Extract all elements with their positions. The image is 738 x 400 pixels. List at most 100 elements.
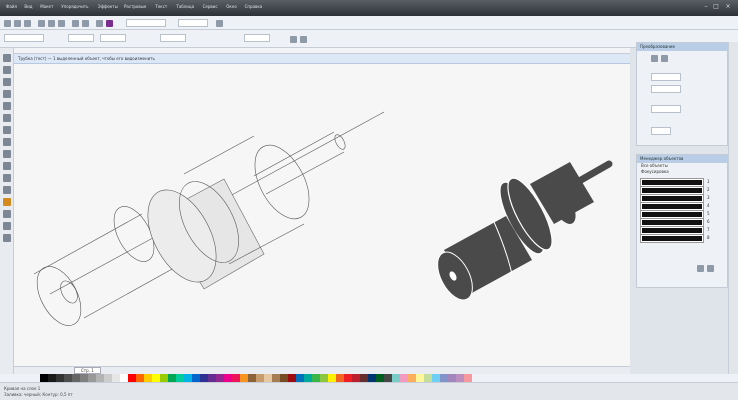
- color-swatch[interactable]: [40, 374, 48, 382]
- color-swatch[interactable]: [448, 374, 456, 382]
- option-focus[interactable]: Фокусировка: [637, 169, 727, 175]
- stroke-row[interactable]: [640, 226, 704, 235]
- color-swatch[interactable]: [464, 374, 472, 382]
- copy-icon[interactable]: [48, 20, 55, 27]
- close-icon[interactable]: ×: [724, 3, 732, 10]
- import-icon[interactable]: [96, 20, 103, 27]
- rectangle-tool-icon[interactable]: [3, 126, 11, 134]
- group-icon[interactable]: [300, 36, 307, 43]
- crop-tool-icon[interactable]: [3, 78, 11, 86]
- redo-icon[interactable]: [82, 20, 89, 27]
- menu-item[interactable]: Макет: [40, 4, 53, 9]
- color-swatch[interactable]: [152, 374, 160, 382]
- paste-icon[interactable]: [58, 20, 65, 27]
- color-swatch[interactable]: [408, 374, 416, 382]
- color-swatch[interactable]: [416, 374, 424, 382]
- color-swatch[interactable]: [176, 374, 184, 382]
- color-swatch[interactable]: [120, 374, 128, 382]
- select-tool-icon[interactable]: [3, 54, 11, 62]
- export-icon[interactable]: [106, 20, 113, 27]
- menu-item[interactable]: Вид: [24, 4, 32, 9]
- transform-w-field[interactable]: [651, 105, 681, 113]
- color-swatch[interactable]: [224, 374, 232, 382]
- outline-tool-icon[interactable]: [3, 210, 11, 218]
- rotate-icon[interactable]: [661, 55, 668, 62]
- color-swatch[interactable]: [344, 374, 352, 382]
- color-swatch[interactable]: [456, 374, 464, 382]
- color-swatch[interactable]: [384, 374, 392, 382]
- color-swatch[interactable]: [272, 374, 280, 382]
- zoom-field[interactable]: [126, 19, 166, 27]
- color-swatch[interactable]: [96, 374, 104, 382]
- stroke-row[interactable]: [640, 178, 704, 187]
- color-swatch[interactable]: [304, 374, 312, 382]
- cut-icon[interactable]: [38, 20, 45, 27]
- stroke-row[interactable]: [640, 210, 704, 219]
- ellipse-tool-icon[interactable]: [3, 138, 11, 146]
- color-swatch[interactable]: [312, 374, 320, 382]
- color-swatch[interactable]: [400, 374, 408, 382]
- color-swatch[interactable]: [128, 374, 136, 382]
- stroke-row[interactable]: [640, 202, 704, 211]
- color-swatch[interactable]: [392, 374, 400, 382]
- color-swatch[interactable]: [432, 374, 440, 382]
- stroke-row[interactable]: [640, 194, 704, 203]
- polygon-tool-icon[interactable]: [3, 150, 11, 158]
- color-swatch[interactable]: [216, 374, 224, 382]
- color-swatch[interactable]: [104, 374, 112, 382]
- color-swatch[interactable]: [360, 374, 368, 382]
- color-swatch[interactable]: [208, 374, 216, 382]
- color-swatch[interactable]: [376, 374, 384, 382]
- color-swatch[interactable]: [160, 374, 168, 382]
- blend-tool-icon[interactable]: [3, 186, 11, 194]
- color-swatch[interactable]: [328, 374, 336, 382]
- color-swatch[interactable]: [288, 374, 296, 382]
- open-icon[interactable]: [14, 20, 21, 27]
- minimize-icon[interactable]: –: [702, 3, 710, 10]
- copies-field[interactable]: [651, 127, 671, 135]
- color-swatch[interactable]: [72, 374, 80, 382]
- text-tool-icon[interactable]: [3, 162, 11, 170]
- connector-tool-icon[interactable]: [3, 174, 11, 182]
- menu-item[interactable]: Файл: [6, 4, 17, 9]
- color-swatch[interactable]: [88, 374, 96, 382]
- color-swatch[interactable]: [112, 374, 120, 382]
- menu-item[interactable]: Таблица: [176, 4, 194, 9]
- drawing-canvas[interactable]: [14, 64, 630, 366]
- delete-icon[interactable]: [707, 265, 714, 272]
- color-swatch[interactable]: [280, 374, 288, 382]
- menu-item[interactable]: Справка: [245, 4, 263, 9]
- apply-icon[interactable]: [697, 265, 704, 272]
- position-icon[interactable]: [651, 55, 658, 62]
- color-swatch[interactable]: [248, 374, 256, 382]
- stroke-row[interactable]: [640, 218, 704, 227]
- menu-item[interactable]: Текст: [155, 4, 167, 9]
- menu-item[interactable]: Упорядочить: [61, 4, 88, 9]
- zoom-tool-icon[interactable]: [3, 90, 11, 98]
- color-swatch[interactable]: [232, 374, 240, 382]
- outline-width-field[interactable]: [244, 34, 270, 42]
- menu-item[interactable]: Окно: [226, 4, 237, 9]
- color-swatch[interactable]: [440, 374, 448, 382]
- eyedropper-tool-icon[interactable]: [3, 198, 11, 206]
- color-swatch[interactable]: [80, 374, 88, 382]
- color-swatch[interactable]: [64, 374, 72, 382]
- new-icon[interactable]: [4, 20, 11, 27]
- height-field[interactable]: [100, 34, 126, 42]
- page-tab[interactable]: Стр. 1: [74, 367, 101, 374]
- menu-item[interactable]: Эффекты: [98, 4, 118, 9]
- color-swatch[interactable]: [336, 374, 344, 382]
- color-swatch[interactable]: [240, 374, 248, 382]
- width-field[interactable]: [68, 34, 94, 42]
- angle-field[interactable]: [160, 34, 186, 42]
- fill-tool-icon[interactable]: [3, 222, 11, 230]
- color-swatch[interactable]: [320, 374, 328, 382]
- color-swatch[interactable]: [352, 374, 360, 382]
- stroke-row[interactable]: [640, 186, 704, 195]
- maximize-icon[interactable]: □: [712, 3, 720, 10]
- shape-tool-icon[interactable]: [3, 66, 11, 74]
- transform-y-field[interactable]: [651, 85, 681, 93]
- freehand-tool-icon[interactable]: [3, 102, 11, 110]
- x-position-field[interactable]: [4, 34, 44, 42]
- color-swatch[interactable]: [424, 374, 432, 382]
